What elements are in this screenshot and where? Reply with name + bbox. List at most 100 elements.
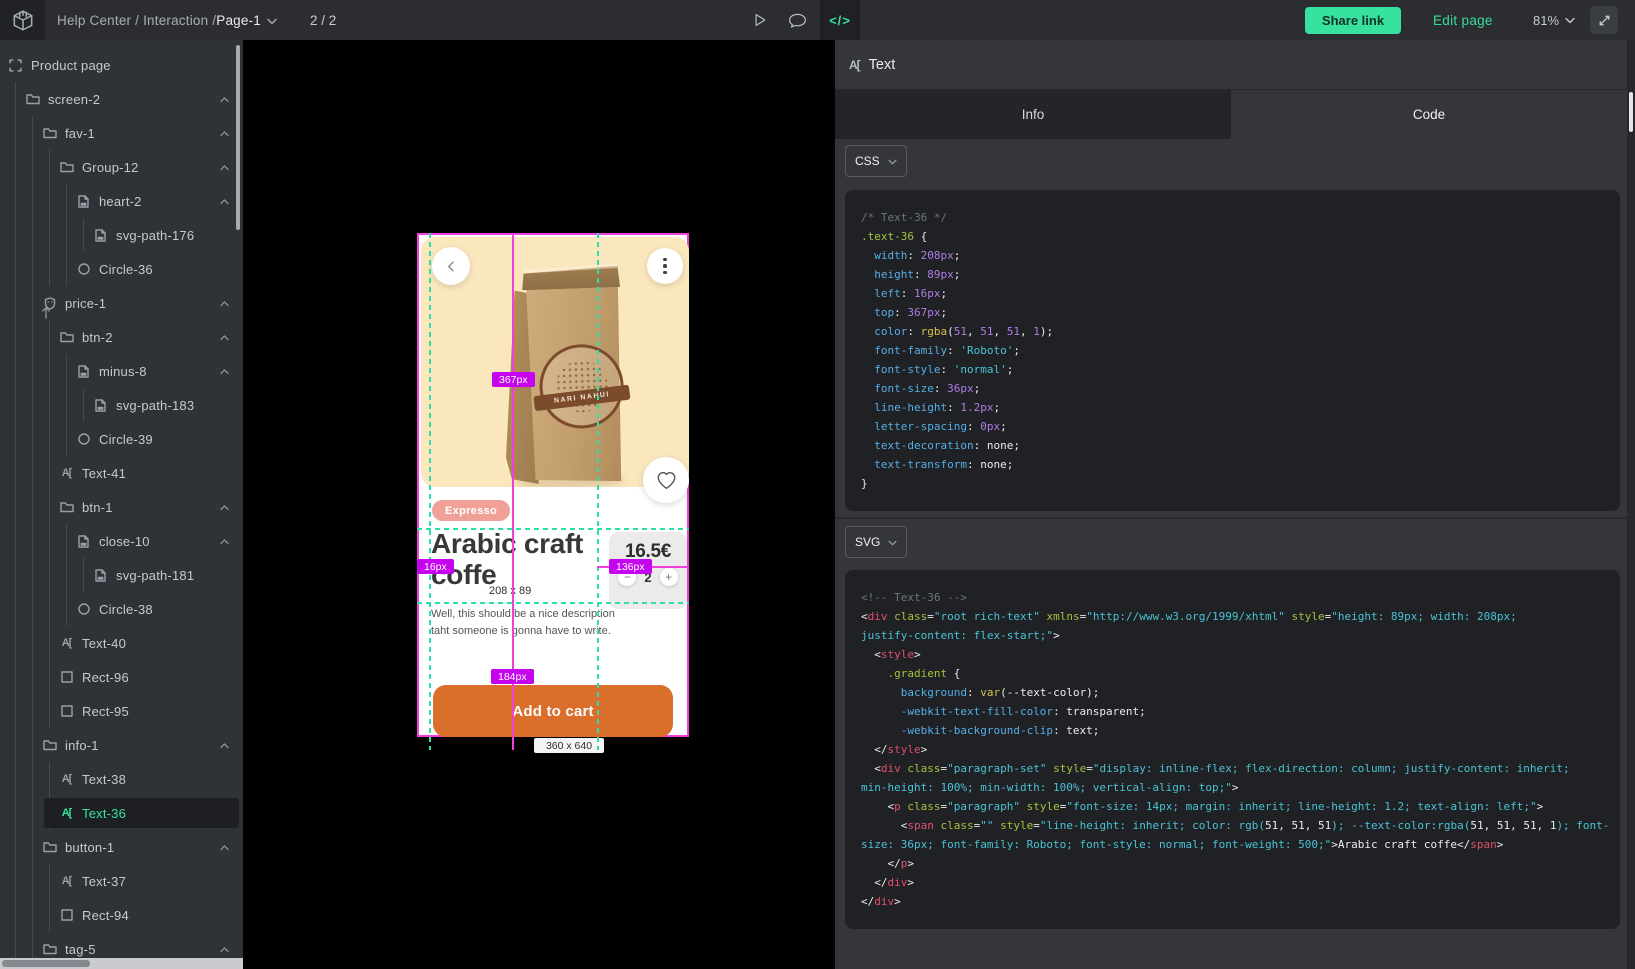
tree-row-group-12[interactable]: Group-12: [0, 150, 243, 184]
indent-guide: [15, 150, 32, 184]
code-line: text-decoration: none;: [861, 436, 1604, 455]
chevron-up-icon[interactable]: [220, 90, 229, 108]
scrollbar-thumb[interactable]: [2, 960, 90, 967]
indent-guide: [15, 898, 32, 932]
zoom-level-dropdown[interactable]: 81%: [1533, 0, 1575, 40]
svgfile-icon: [76, 194, 91, 209]
tree-row-circle-39[interactable]: Circle-39: [0, 422, 243, 456]
chevron-up-icon[interactable]: [220, 736, 229, 754]
tree-row-minus-8[interactable]: minus-8: [0, 354, 243, 388]
chevron-up-icon[interactable]: [220, 328, 229, 346]
tree-row-svg-path-181[interactable]: svg-path-181: [0, 558, 243, 592]
category-tag[interactable]: Expresso: [432, 500, 510, 521]
guide-line-left: [429, 233, 431, 750]
tab-info[interactable]: Info: [835, 90, 1231, 139]
tree-row-text-41[interactable]: A[Text-41: [0, 456, 243, 490]
tree-row-price-1[interactable]: price-1: [0, 286, 243, 320]
sidebar-vertical-scrollbar[interactable]: [236, 45, 240, 230]
tree-row-circle-38[interactable]: Circle-38: [0, 592, 243, 626]
edit-page-link[interactable]: Edit page: [1433, 0, 1493, 40]
tree-row-svg-path-176[interactable]: svg-path-176: [0, 218, 243, 252]
svg-language-dropdown[interactable]: SVG: [845, 526, 907, 558]
tree-row-circle-36[interactable]: Circle-36: [0, 252, 243, 286]
panel-scrollbar-thumb[interactable]: [1629, 92, 1633, 132]
chevron-up-icon[interactable]: [220, 940, 229, 958]
indent-guide: [32, 252, 49, 286]
tree-row-label: close-10: [99, 534, 150, 549]
indent-guide: [15, 728, 32, 762]
css-code-block[interactable]: /* Text-36 */.text-36 { width: 208px; he…: [845, 190, 1620, 511]
tree-row-label: minus-8: [99, 364, 147, 379]
tree-row-text-37[interactable]: A[Text-37: [0, 864, 243, 898]
code-line: font-style: 'normal';: [861, 360, 1604, 379]
indent-guide: [32, 524, 49, 558]
design-canvas[interactable]: NARI NAHUI Expresso Arabic: [243, 40, 835, 969]
back-button[interactable]: [432, 247, 470, 285]
more-options-button[interactable]: [647, 248, 683, 284]
indent-guide: [49, 184, 66, 218]
indent-guide: [15, 422, 32, 456]
panel-scrollbar-track[interactable]: [1627, 40, 1635, 969]
chevron-up-icon[interactable]: [220, 362, 229, 380]
plus-button[interactable]: +: [660, 568, 678, 586]
breadcrumb[interactable]: Help Center / Interaction / Page-1: [57, 0, 277, 40]
chevron-up-icon[interactable]: [220, 192, 229, 210]
product-title[interactable]: Arabic craft coffe: [431, 528, 606, 590]
css-language-dropdown[interactable]: CSS: [845, 145, 907, 177]
tree-row-button-1[interactable]: button-1: [0, 830, 243, 864]
tree-row-label: button-1: [65, 840, 114, 855]
tree-row-product page[interactable]: Product page: [0, 48, 243, 82]
add-to-cart-button[interactable]: Add to cart: [433, 685, 673, 737]
tree-row-svg-path-183[interactable]: svg-path-183: [0, 388, 243, 422]
indent-guide: [32, 796, 49, 830]
tree-row-label: Product page: [31, 58, 111, 73]
tab-code[interactable]: Code: [1231, 90, 1627, 139]
comments-button[interactable]: [778, 0, 816, 40]
tree-row-label: tag-5: [65, 942, 96, 957]
tree-row-text-36[interactable]: A[Text-36: [0, 796, 243, 830]
share-link-button[interactable]: Share link: [1305, 7, 1401, 34]
tree-row-btn-1[interactable]: btn-1: [0, 490, 243, 524]
chevron-up-icon[interactable]: [220, 498, 229, 516]
tree-row-label: Text-38: [82, 772, 126, 787]
play-button[interactable]: [740, 0, 778, 40]
tree-row-screen-2[interactable]: screen-2: [0, 82, 243, 116]
tree-row-rect-94[interactable]: Rect-94: [0, 898, 243, 932]
code-mode-button[interactable]: </>: [820, 0, 860, 40]
sidebar-horizontal-scrollbar[interactable]: [0, 958, 243, 969]
folder-icon: [25, 92, 40, 107]
tree-row-rect-95[interactable]: Rect-95: [0, 694, 243, 728]
chevron-up-icon[interactable]: [220, 158, 229, 176]
tree-row-btn-2[interactable]: btn-2: [0, 320, 243, 354]
breadcrumb-page: Page-1: [216, 13, 261, 28]
fullscreen-button[interactable]: [1590, 6, 1618, 34]
indent-guide: [15, 354, 32, 388]
tree-row-label: Rect-96: [82, 670, 129, 685]
favorite-button[interactable]: [643, 457, 689, 503]
selected-frame: NARI NAHUI Expresso Arabic: [417, 233, 689, 750]
app-logo[interactable]: [0, 0, 45, 40]
text-icon: A[: [59, 466, 74, 481]
code-line: <style>: [861, 645, 1604, 664]
page-indicator: 2 / 2: [310, 0, 336, 40]
folder-icon: [42, 126, 57, 141]
indent-guide: [15, 762, 32, 796]
code-line: line-height: 1.2px;: [861, 398, 1604, 417]
tree-row-close-10[interactable]: close-10: [0, 524, 243, 558]
product-page-frame[interactable]: NARI NAHUI Expresso Arabic: [417, 233, 689, 737]
chevron-up-icon[interactable]: [220, 838, 229, 856]
description-line1: Well, this should be a nice description: [431, 606, 615, 623]
tree-row-label: fav-1: [65, 126, 95, 141]
svg-code-block[interactable]: <!-- Text-36 --><div class="root rich-te…: [845, 570, 1620, 929]
code-line: justify-content: flex-start;">: [861, 626, 1604, 645]
tree-row-fav-1[interactable]: fav-1: [0, 116, 243, 150]
tree-row-rect-96[interactable]: Rect-96: [0, 660, 243, 694]
chevron-up-icon[interactable]: [220, 124, 229, 142]
tree-row-heart-2[interactable]: heart-2: [0, 184, 243, 218]
chevron-up-icon[interactable]: [220, 532, 229, 550]
text-icon: A[: [59, 806, 74, 821]
tree-row-text-40[interactable]: A[Text-40: [0, 626, 243, 660]
chevron-up-icon[interactable]: [220, 294, 229, 312]
tree-row-info-1[interactable]: info-1: [0, 728, 243, 762]
tree-row-text-38[interactable]: A[Text-38: [0, 762, 243, 796]
